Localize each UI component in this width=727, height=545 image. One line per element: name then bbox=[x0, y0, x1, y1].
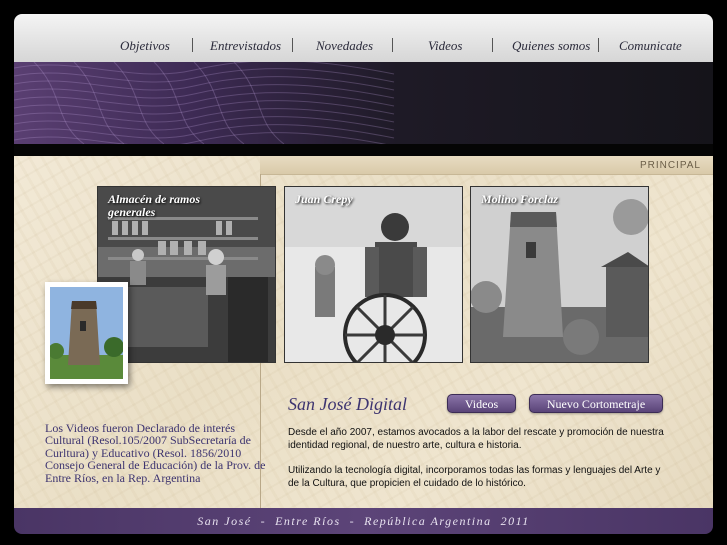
crepy-image bbox=[285, 187, 462, 362]
nav-comunicate[interactable]: Comunicate bbox=[619, 38, 682, 54]
header-banner bbox=[14, 62, 713, 144]
banner-gap bbox=[14, 144, 713, 156]
intro-paragraph: Desde el año 2007, estamos avocados a la… bbox=[288, 427, 664, 451]
polaroid-thumbnail[interactable] bbox=[45, 282, 128, 384]
videos-button[interactable]: Videos bbox=[447, 394, 516, 413]
photo-caption: Almacén de ramos generales bbox=[108, 192, 200, 219]
nav-objetivos[interactable]: Objetivos bbox=[120, 38, 170, 54]
nav-separator bbox=[492, 38, 493, 52]
nav-separator bbox=[392, 38, 393, 52]
section-label: PRINCIPAL bbox=[639, 160, 701, 171]
nav-videos[interactable]: Videos bbox=[428, 38, 462, 54]
top-navigation: Objetivos Entrevistados Novedades Videos… bbox=[14, 14, 713, 62]
nav-separator bbox=[598, 38, 599, 52]
windmill-thumbnail-image bbox=[48, 287, 124, 379]
section-bar: PRINCIPAL bbox=[260, 156, 713, 174]
photo-juan-crepy[interactable]: Juan Crepy bbox=[284, 186, 463, 363]
nav-novedades[interactable]: Novedades bbox=[316, 38, 373, 54]
divider bbox=[260, 174, 713, 175]
nav-quienes-somos[interactable]: Quienes somos bbox=[512, 38, 590, 54]
nav-entrevistados[interactable]: Entrevistados bbox=[210, 38, 281, 54]
molino-image bbox=[471, 187, 648, 362]
photo-molino-forclaz[interactable]: Molino Forclaz bbox=[470, 186, 649, 363]
footer: San José - Entre Ríos - República Argent… bbox=[14, 508, 713, 534]
photo-caption: Juan Crepy bbox=[295, 192, 353, 206]
technology-paragraph: Utilizando la tecnología digital, incorp… bbox=[288, 465, 661, 489]
page-frame: Objetivos Entrevistados Novedades Videos… bbox=[14, 14, 713, 534]
wave-pattern bbox=[14, 62, 395, 144]
nav-separator bbox=[292, 38, 293, 52]
footer-text: San José - Entre Ríos - República Argent… bbox=[197, 514, 530, 528]
photo-caption: Molino Forclaz bbox=[481, 192, 559, 206]
nuevo-cortometraje-button[interactable]: Nuevo Cortometraje bbox=[529, 394, 663, 413]
nav-separator bbox=[192, 38, 193, 52]
page-title: San José Digital bbox=[288, 394, 407, 414]
declaration-notice: Los Videos fueron Declarado de interés C… bbox=[45, 421, 266, 485]
